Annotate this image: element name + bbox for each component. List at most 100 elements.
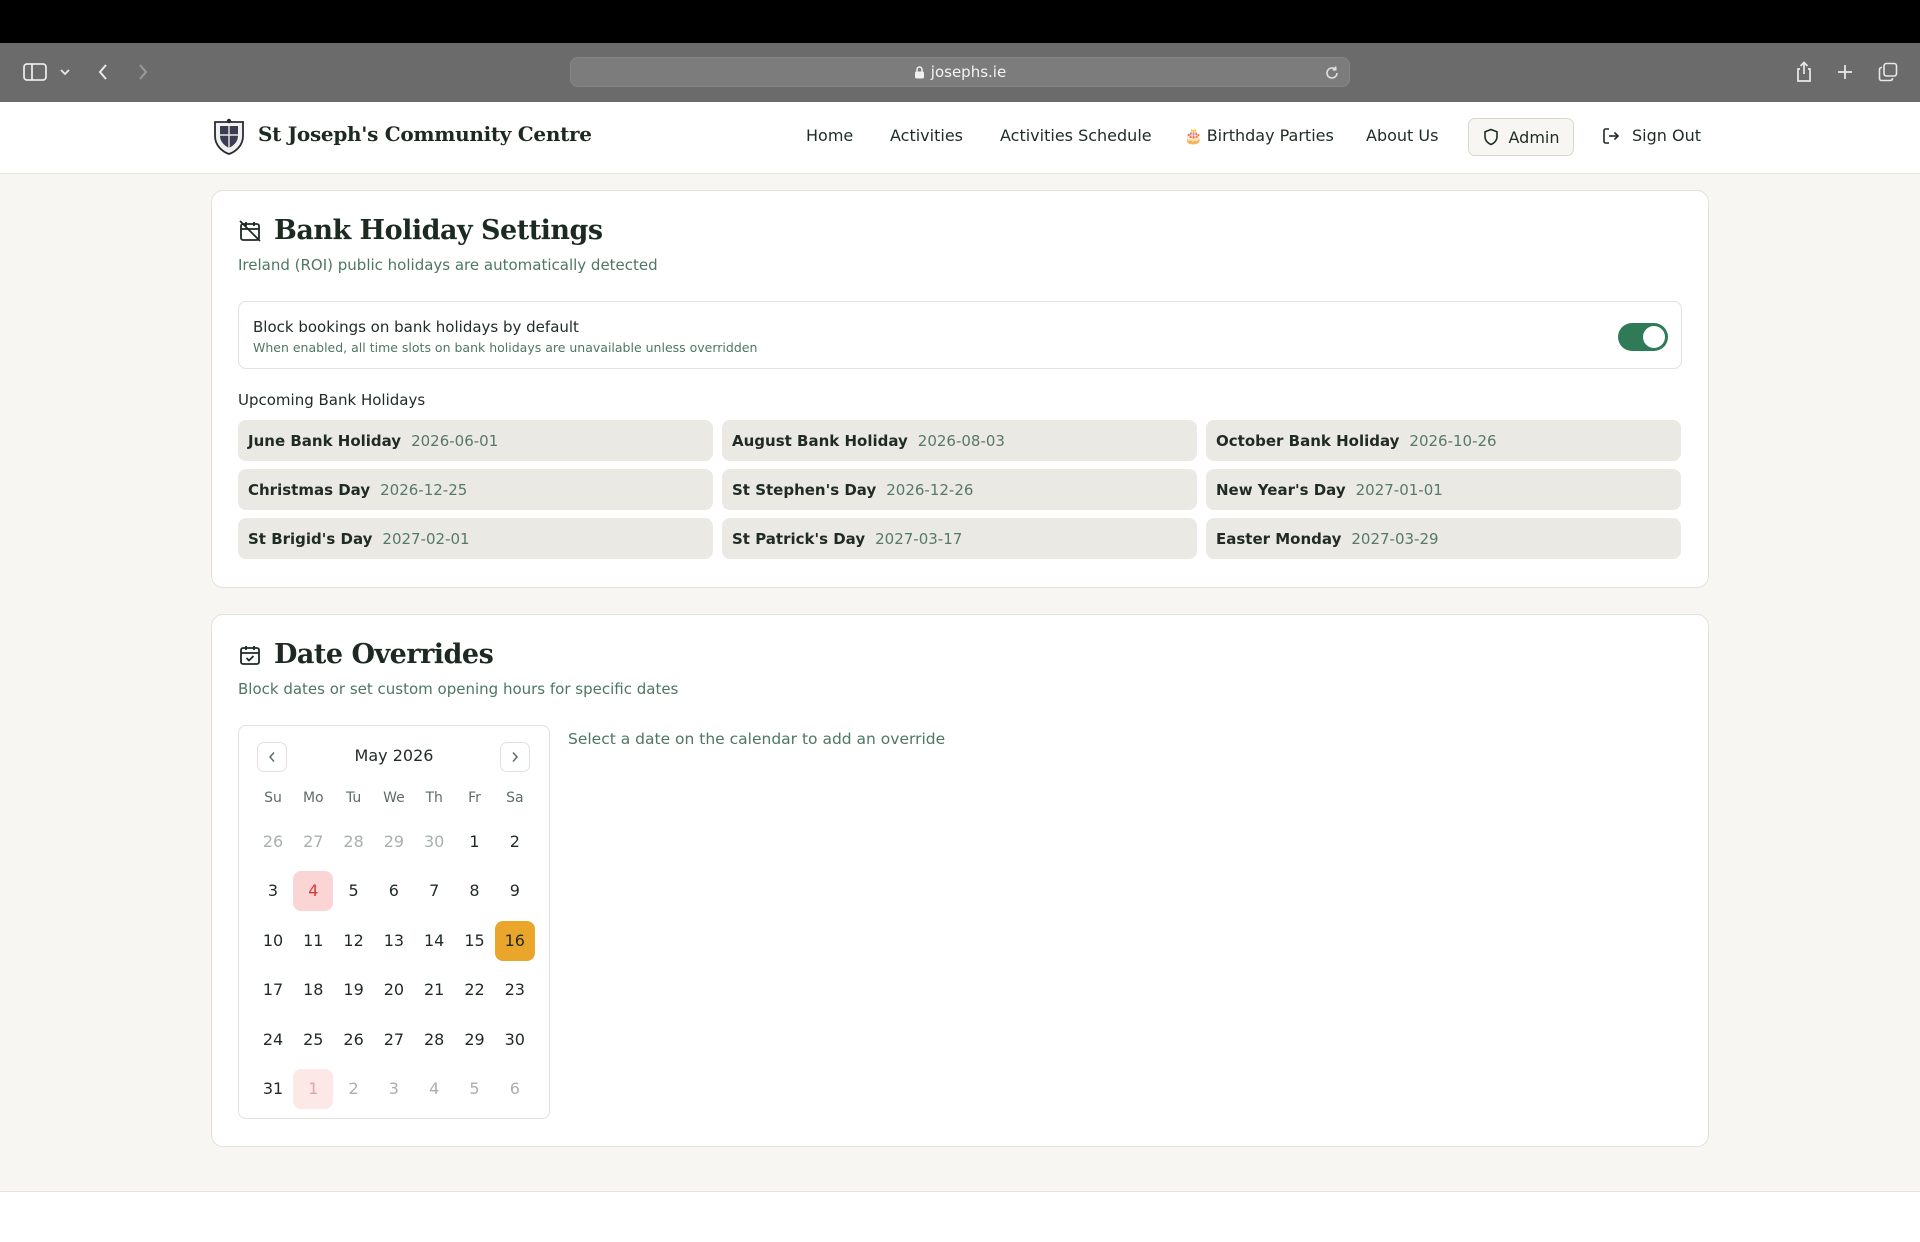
new-tab-button[interactable] bbox=[1830, 57, 1860, 87]
calendar-day[interactable]: 27 bbox=[374, 1020, 414, 1060]
calendar-day[interactable]: 1 bbox=[455, 822, 495, 862]
calendar-day[interactable]: 28 bbox=[334, 822, 374, 862]
override-calendar: May 2026 Su Mo Tu We Th Fr Sa 26 27 28 29 30 1 2 3 4 5 6 7… bbox=[238, 725, 550, 1119]
calendar-day[interactable]: 11 bbox=[293, 921, 333, 961]
calendar-day[interactable]: 21 bbox=[414, 970, 454, 1010]
calendar-day[interactable]: 5 bbox=[334, 871, 374, 911]
calendar-day[interactable]: 10 bbox=[253, 921, 293, 961]
holiday-date: 2026-12-25 bbox=[380, 480, 468, 499]
log-out-icon bbox=[1603, 127, 1620, 144]
bank-holiday-settings-card: Bank Holiday Settings Ireland (ROI) publ… bbox=[211, 190, 1709, 588]
calendar-day[interactable]: 30 bbox=[414, 822, 454, 862]
date-overrides-heading: Date Overrides bbox=[238, 639, 494, 670]
holiday-item: Easter Monday 2027-03-29 bbox=[1206, 518, 1681, 559]
screen-top-bar bbox=[0, 0, 1920, 43]
holiday-date: 2026-08-03 bbox=[917, 431, 1005, 450]
nav-link-home[interactable]: Home bbox=[806, 126, 853, 145]
holiday-item: October Bank Holiday 2026-10-26 bbox=[1206, 420, 1681, 461]
calendar-day[interactable]: 30 bbox=[495, 1020, 535, 1060]
forward-button[interactable] bbox=[128, 57, 158, 87]
calendar-day[interactable]: 26 bbox=[334, 1020, 374, 1060]
weekday-header: Th bbox=[425, 790, 443, 806]
tabs-icon bbox=[1878, 62, 1898, 82]
calendar-day[interactable]: 29 bbox=[374, 822, 414, 862]
nav-link-birthday-parties[interactable]: 🎂 Birthday Parties bbox=[1184, 126, 1334, 145]
calendar-day[interactable]: 7 bbox=[414, 871, 454, 911]
calendar-day[interactable]: 2 bbox=[495, 822, 535, 862]
calendar-day[interactable]: 24 bbox=[253, 1020, 293, 1060]
calendar-day[interactable]: 26 bbox=[253, 822, 293, 862]
calendar-day-holiday[interactable]: 4 bbox=[293, 871, 334, 912]
calendar-day[interactable]: 8 bbox=[455, 871, 495, 911]
holiday-date: 2027-03-29 bbox=[1351, 529, 1439, 548]
holiday-date: 2027-02-01 bbox=[382, 529, 470, 548]
card-subtitle: Ireland (ROI) public holidays are automa… bbox=[238, 256, 658, 274]
calendar-day[interactable]: 3 bbox=[253, 871, 293, 911]
calendar-day[interactable]: 12 bbox=[334, 921, 374, 961]
address-bar[interactable]: josephs.ie bbox=[570, 57, 1350, 87]
upcoming-holidays-label: Upcoming Bank Holidays bbox=[238, 391, 426, 409]
calendar-day-holiday[interactable]: 1 bbox=[293, 1069, 334, 1109]
calendar-day[interactable]: 17 bbox=[253, 970, 293, 1010]
lock-icon bbox=[914, 65, 925, 79]
card-title-text: Bank Holiday Settings bbox=[274, 215, 603, 246]
crest-logo[interactable] bbox=[211, 118, 247, 156]
calendar-day[interactable]: 6 bbox=[374, 871, 414, 911]
back-button[interactable] bbox=[88, 57, 118, 87]
calendar-day[interactable]: 29 bbox=[455, 1020, 495, 1060]
calendar-day[interactable]: 5 bbox=[455, 1069, 495, 1109]
nav-link-activities[interactable]: Activities bbox=[890, 126, 963, 145]
calendar-day[interactable]: 4 bbox=[414, 1069, 454, 1109]
holiday-item: St Patrick's Day 2027-03-17 bbox=[722, 518, 1197, 559]
holiday-name: St Stephen's Day bbox=[732, 480, 877, 499]
next-month-button[interactable] bbox=[500, 742, 530, 772]
calendar-day[interactable]: 6 bbox=[495, 1069, 535, 1109]
calendar-day[interactable]: 20 bbox=[374, 970, 414, 1010]
holiday-date: 2026-10-26 bbox=[1409, 431, 1497, 450]
sidebar-menu-button[interactable] bbox=[50, 57, 80, 87]
calendar-day[interactable]: 31 bbox=[253, 1069, 293, 1109]
weekday-header: Tu bbox=[345, 790, 362, 806]
admin-label: Admin bbox=[1508, 127, 1560, 147]
share-button[interactable] bbox=[1789, 57, 1819, 87]
calendar-day[interactable]: 14 bbox=[414, 921, 454, 961]
holiday-item: August Bank Holiday 2026-08-03 bbox=[722, 420, 1197, 461]
calendar-day[interactable]: 2 bbox=[334, 1069, 374, 1109]
calendar-day[interactable]: 27 bbox=[293, 822, 333, 862]
holiday-name: St Brigid's Day bbox=[248, 529, 373, 548]
site-title[interactable]: St Joseph's Community Centre bbox=[258, 122, 592, 146]
holiday-date: 2026-06-01 bbox=[411, 431, 499, 450]
holiday-name: New Year's Day bbox=[1216, 480, 1346, 499]
holiday-name: Christmas Day bbox=[248, 480, 371, 499]
calendar-day[interactable]: 9 bbox=[495, 871, 535, 911]
calendar-day[interactable]: 13 bbox=[374, 921, 414, 961]
holiday-item: St Brigid's Day 2027-02-01 bbox=[238, 518, 713, 559]
nav-link-about-us[interactable]: About Us bbox=[1366, 126, 1438, 145]
page: St Joseph's Community Centre Home Activi… bbox=[0, 102, 1920, 1242]
block-bank-holidays-toggle[interactable] bbox=[1618, 323, 1668, 351]
nav-link-activities-schedule[interactable]: Activities Schedule bbox=[1000, 126, 1152, 145]
calendar-day[interactable]: 28 bbox=[414, 1020, 454, 1060]
admin-button[interactable]: Admin bbox=[1468, 118, 1574, 156]
calendar-day[interactable]: 25 bbox=[293, 1020, 333, 1060]
calendar-day[interactable]: 15 bbox=[455, 921, 495, 961]
calendar-day[interactable]: 22 bbox=[455, 970, 495, 1010]
chevron-right-icon bbox=[139, 64, 148, 80]
chevron-right-icon bbox=[512, 752, 519, 762]
reload-icon[interactable] bbox=[1323, 64, 1341, 82]
calendar-day-today[interactable]: 16 bbox=[494, 920, 535, 961]
calendar-day[interactable]: 3 bbox=[374, 1069, 414, 1109]
calendar-day[interactable]: 23 bbox=[495, 970, 535, 1010]
holiday-name: June Bank Holiday bbox=[248, 431, 402, 450]
setting-title: Block bookings on bank holidays by defau… bbox=[253, 318, 579, 336]
calendar-day[interactable]: 18 bbox=[293, 970, 333, 1010]
holiday-date: 2026-12-26 bbox=[886, 480, 974, 499]
holiday-name: August Bank Holiday bbox=[732, 431, 908, 450]
sign-out-button[interactable]: Sign Out bbox=[1602, 126, 1701, 145]
sidebar-toggle-button[interactable] bbox=[20, 57, 50, 87]
calendar-check-icon bbox=[240, 645, 260, 665]
tab-overview-button[interactable] bbox=[1873, 57, 1903, 87]
weekday-header: Su bbox=[264, 790, 282, 806]
calendar-day[interactable]: 19 bbox=[334, 970, 374, 1010]
holiday-date: 2027-01-01 bbox=[1355, 480, 1443, 499]
